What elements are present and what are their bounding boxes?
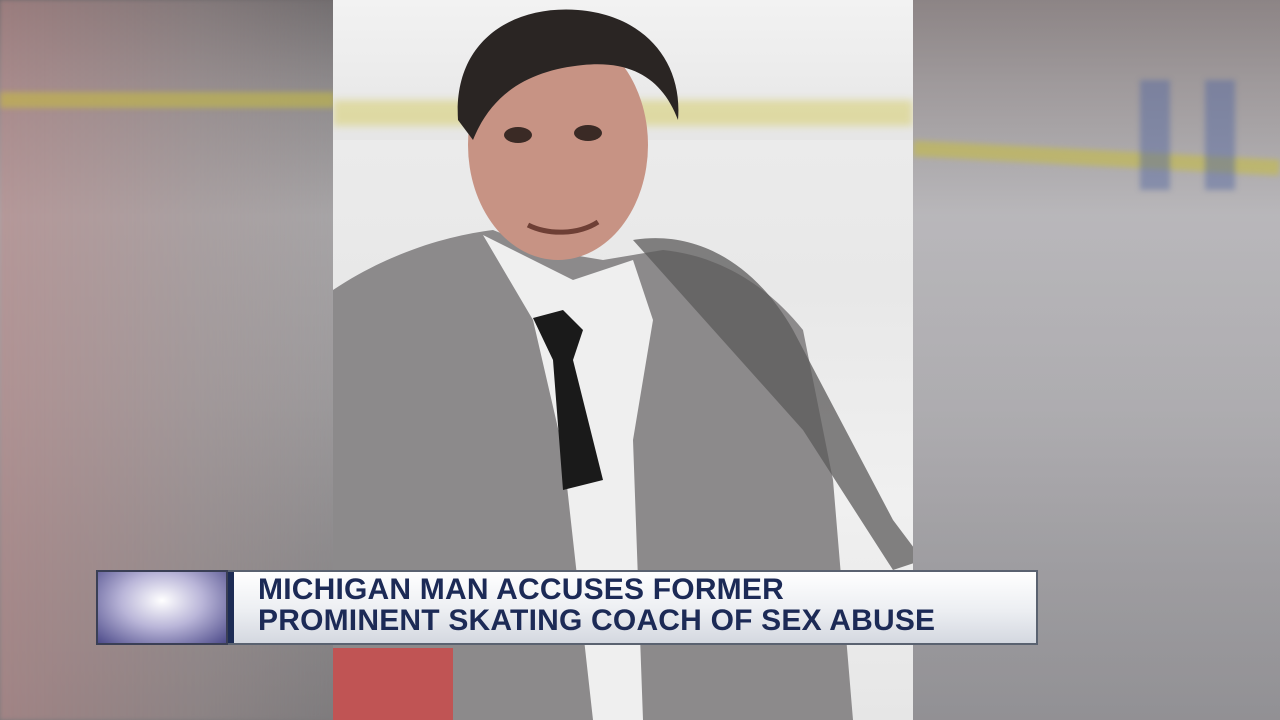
right-eye bbox=[574, 125, 602, 141]
red-bag bbox=[333, 648, 453, 720]
video-frame: MICHIGAN MAN ACCUSES FORMER PROMINENT SK… bbox=[0, 0, 1280, 720]
station-logo-thumbnail bbox=[96, 570, 228, 645]
banner-divider bbox=[228, 572, 234, 643]
headline-line-2: PROMINENT SKATING COACH OF SEX ABUSE bbox=[258, 604, 936, 637]
left-eye bbox=[504, 127, 532, 143]
headline: MICHIGAN MAN ACCUSES FORMER PROMINENT SK… bbox=[258, 574, 1028, 642]
rink-blue-post bbox=[1205, 80, 1235, 190]
rink-blue-post bbox=[1140, 80, 1170, 190]
headline-line-1: MICHIGAN MAN ACCUSES FORMER bbox=[258, 573, 784, 606]
rink-board-stripe-left bbox=[0, 92, 335, 108]
